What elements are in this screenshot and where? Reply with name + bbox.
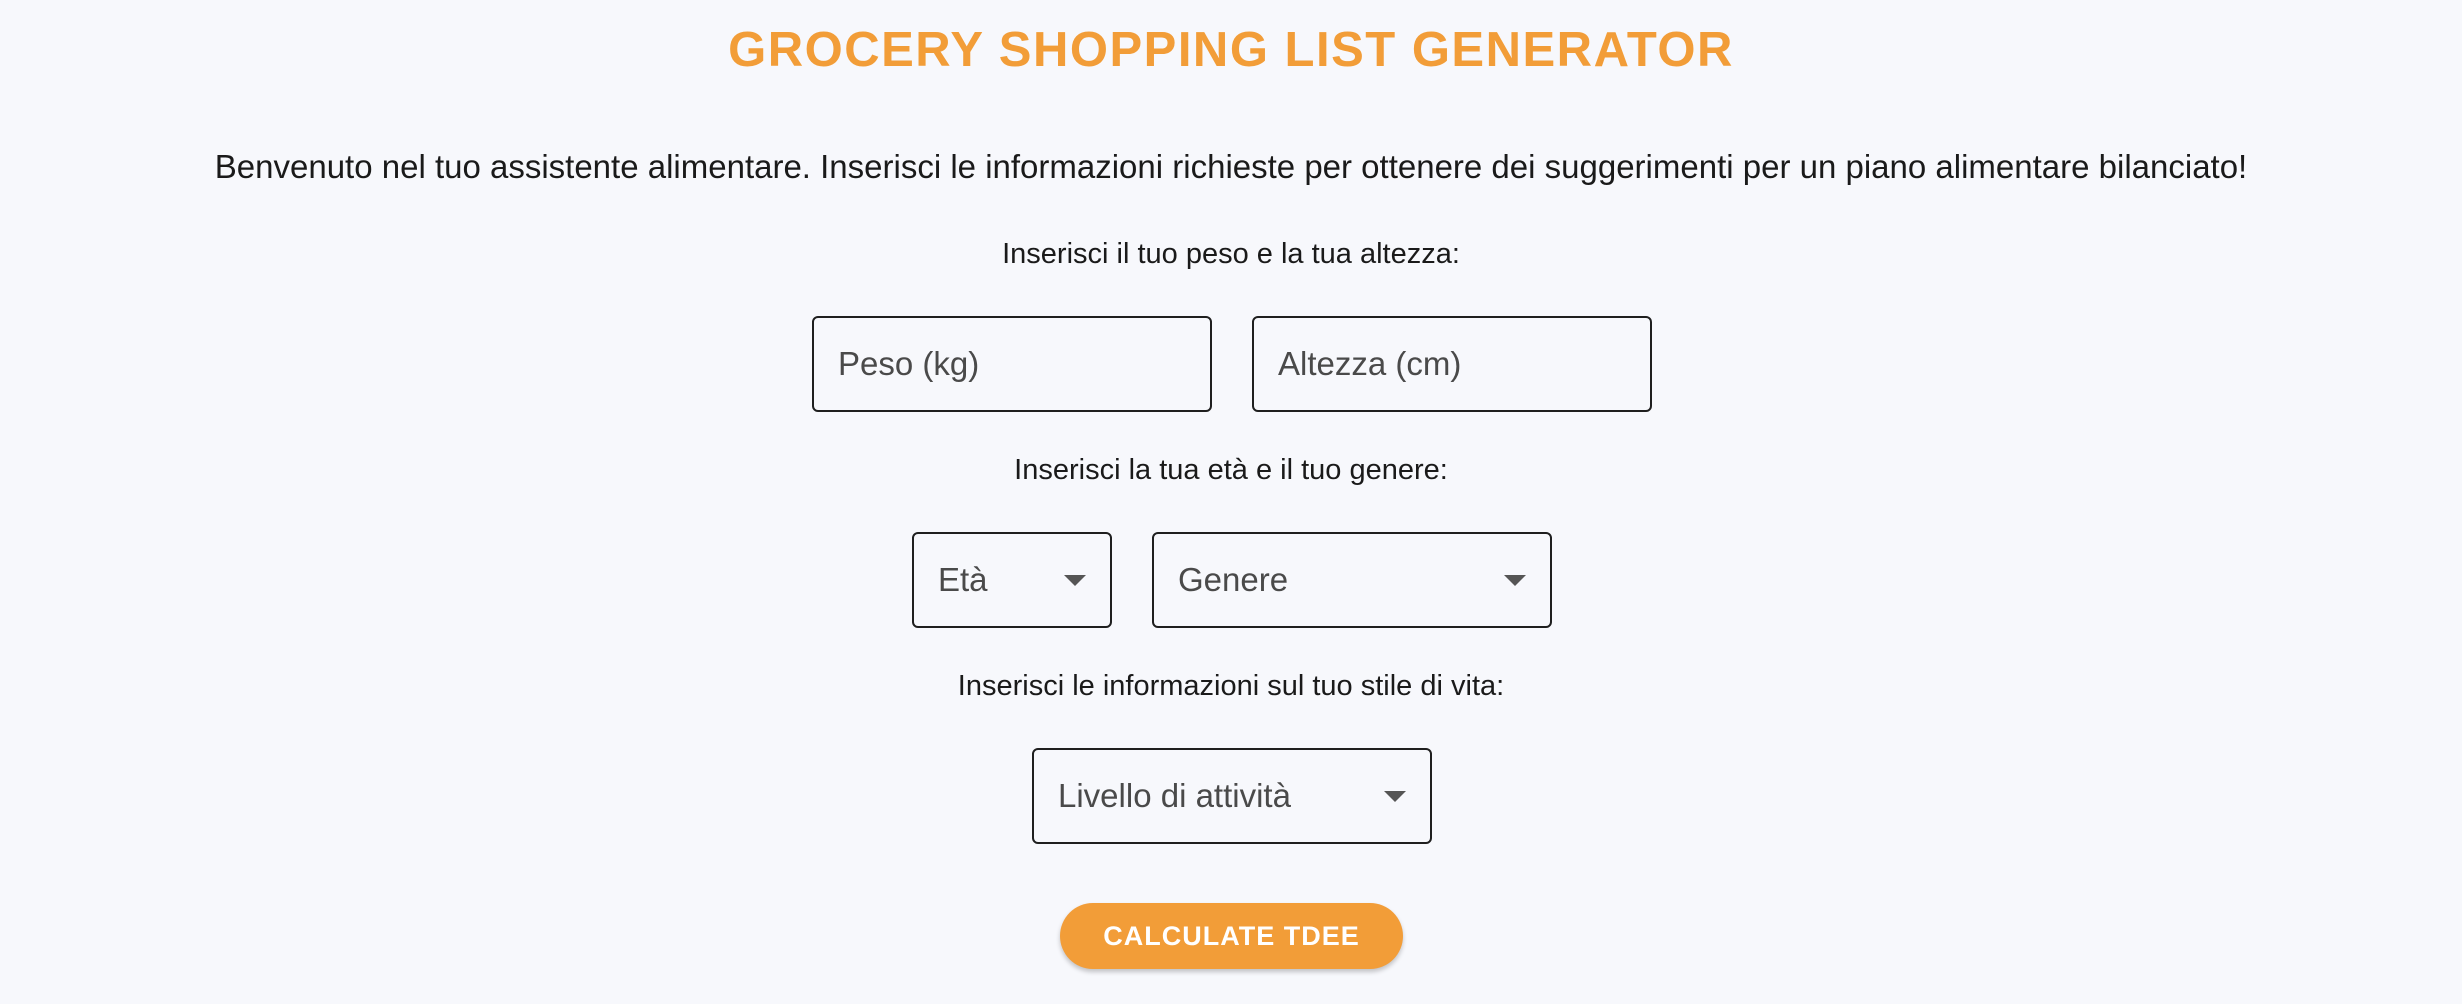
age-gender-label: Inserisci la tua età e il tuo genere: [1014, 454, 1448, 486]
height-field[interactable] [1252, 316, 1652, 412]
chevron-down-icon [1504, 574, 1526, 586]
gender-select[interactable]: Genere [1152, 532, 1552, 628]
intro-text: Benvenuto nel tuo assistente alimentare.… [214, 148, 2248, 185]
weight-field[interactable] [812, 316, 1212, 412]
page-title: GROCERY SHOPPING LIST GENERATOR [728, 23, 1734, 77]
age-select-value: Età [938, 561, 988, 598]
gender-select-value: Genere [1178, 561, 1289, 598]
height-input[interactable] [1278, 345, 1626, 383]
activity-level-select[interactable]: Livello di attività [1032, 748, 1432, 844]
weight-input[interactable] [838, 345, 1186, 383]
page: GROCERY SHOPPING LIST GENERATOR Benvenut… [0, 0, 2462, 1004]
calculate-tdee-button[interactable]: CALCULATE TDEE [1060, 903, 1403, 969]
chevron-down-icon [1064, 574, 1086, 586]
lifestyle-label: Inserisci le informazioni sul tuo stile … [957, 670, 1505, 702]
chevron-down-icon [1384, 790, 1406, 802]
weight-height-label: Inserisci il tuo peso e la tua altezza: [1002, 238, 1460, 270]
activity-level-value: Livello di attività [1058, 777, 1291, 814]
age-select[interactable]: Età [912, 532, 1112, 628]
